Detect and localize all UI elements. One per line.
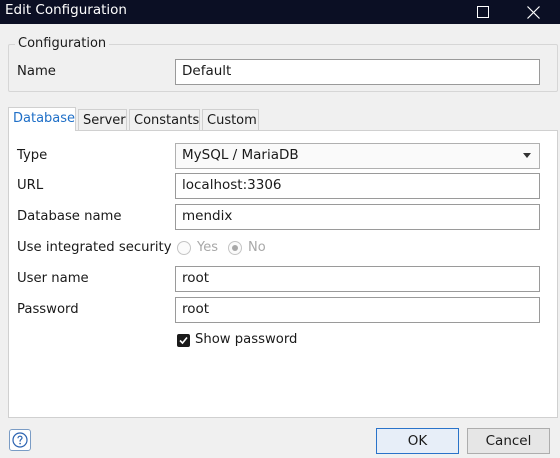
checkmark-icon xyxy=(179,336,188,345)
chevron-down-icon xyxy=(523,153,531,158)
integrated-security-label: Use integrated security xyxy=(17,240,172,255)
name-label: Name xyxy=(17,64,56,79)
user-name-field[interactable]: root xyxy=(175,266,540,292)
show-password-label: Show password xyxy=(195,332,298,347)
database-name-label: Database name xyxy=(17,209,122,224)
url-label: URL xyxy=(17,178,44,193)
configuration-legend: Configuration xyxy=(15,36,110,51)
tab-constants[interactable]: Constants xyxy=(129,109,200,131)
help-icon xyxy=(12,432,28,448)
password-field[interactable]: root xyxy=(175,297,540,323)
tab-database[interactable]: Database xyxy=(8,107,76,131)
maximize-button[interactable] xyxy=(460,0,506,24)
close-icon xyxy=(526,5,540,19)
tab-server[interactable]: Server xyxy=(78,109,127,131)
type-select[interactable]: MySQL / MariaDB xyxy=(175,143,540,169)
close-button[interactable] xyxy=(510,0,556,24)
integrated-yes-radio[interactable] xyxy=(177,241,191,255)
type-label: Type xyxy=(17,148,48,163)
integrated-no-label: No xyxy=(248,240,266,255)
integrated-yes-label: Yes xyxy=(197,240,218,255)
password-label: Password xyxy=(17,302,79,317)
type-select-value: MySQL / MariaDB xyxy=(182,147,299,163)
ok-button[interactable]: OK xyxy=(376,428,459,454)
maximize-icon xyxy=(477,6,489,18)
name-field[interactable]: Default xyxy=(175,59,540,85)
title-bar: Edit Configuration xyxy=(0,0,560,24)
cancel-button[interactable]: Cancel xyxy=(467,428,550,454)
help-button[interactable] xyxy=(9,429,31,451)
tab-custom[interactable]: Custom xyxy=(202,109,259,131)
window-title: Edit Configuration xyxy=(5,2,127,18)
show-password-checkbox[interactable] xyxy=(177,334,190,347)
database-name-field[interactable]: mendix xyxy=(175,204,540,230)
url-field[interactable]: localhost:3306 xyxy=(175,173,540,199)
user-name-label: User name xyxy=(17,271,89,286)
integrated-no-radio[interactable] xyxy=(228,241,242,255)
